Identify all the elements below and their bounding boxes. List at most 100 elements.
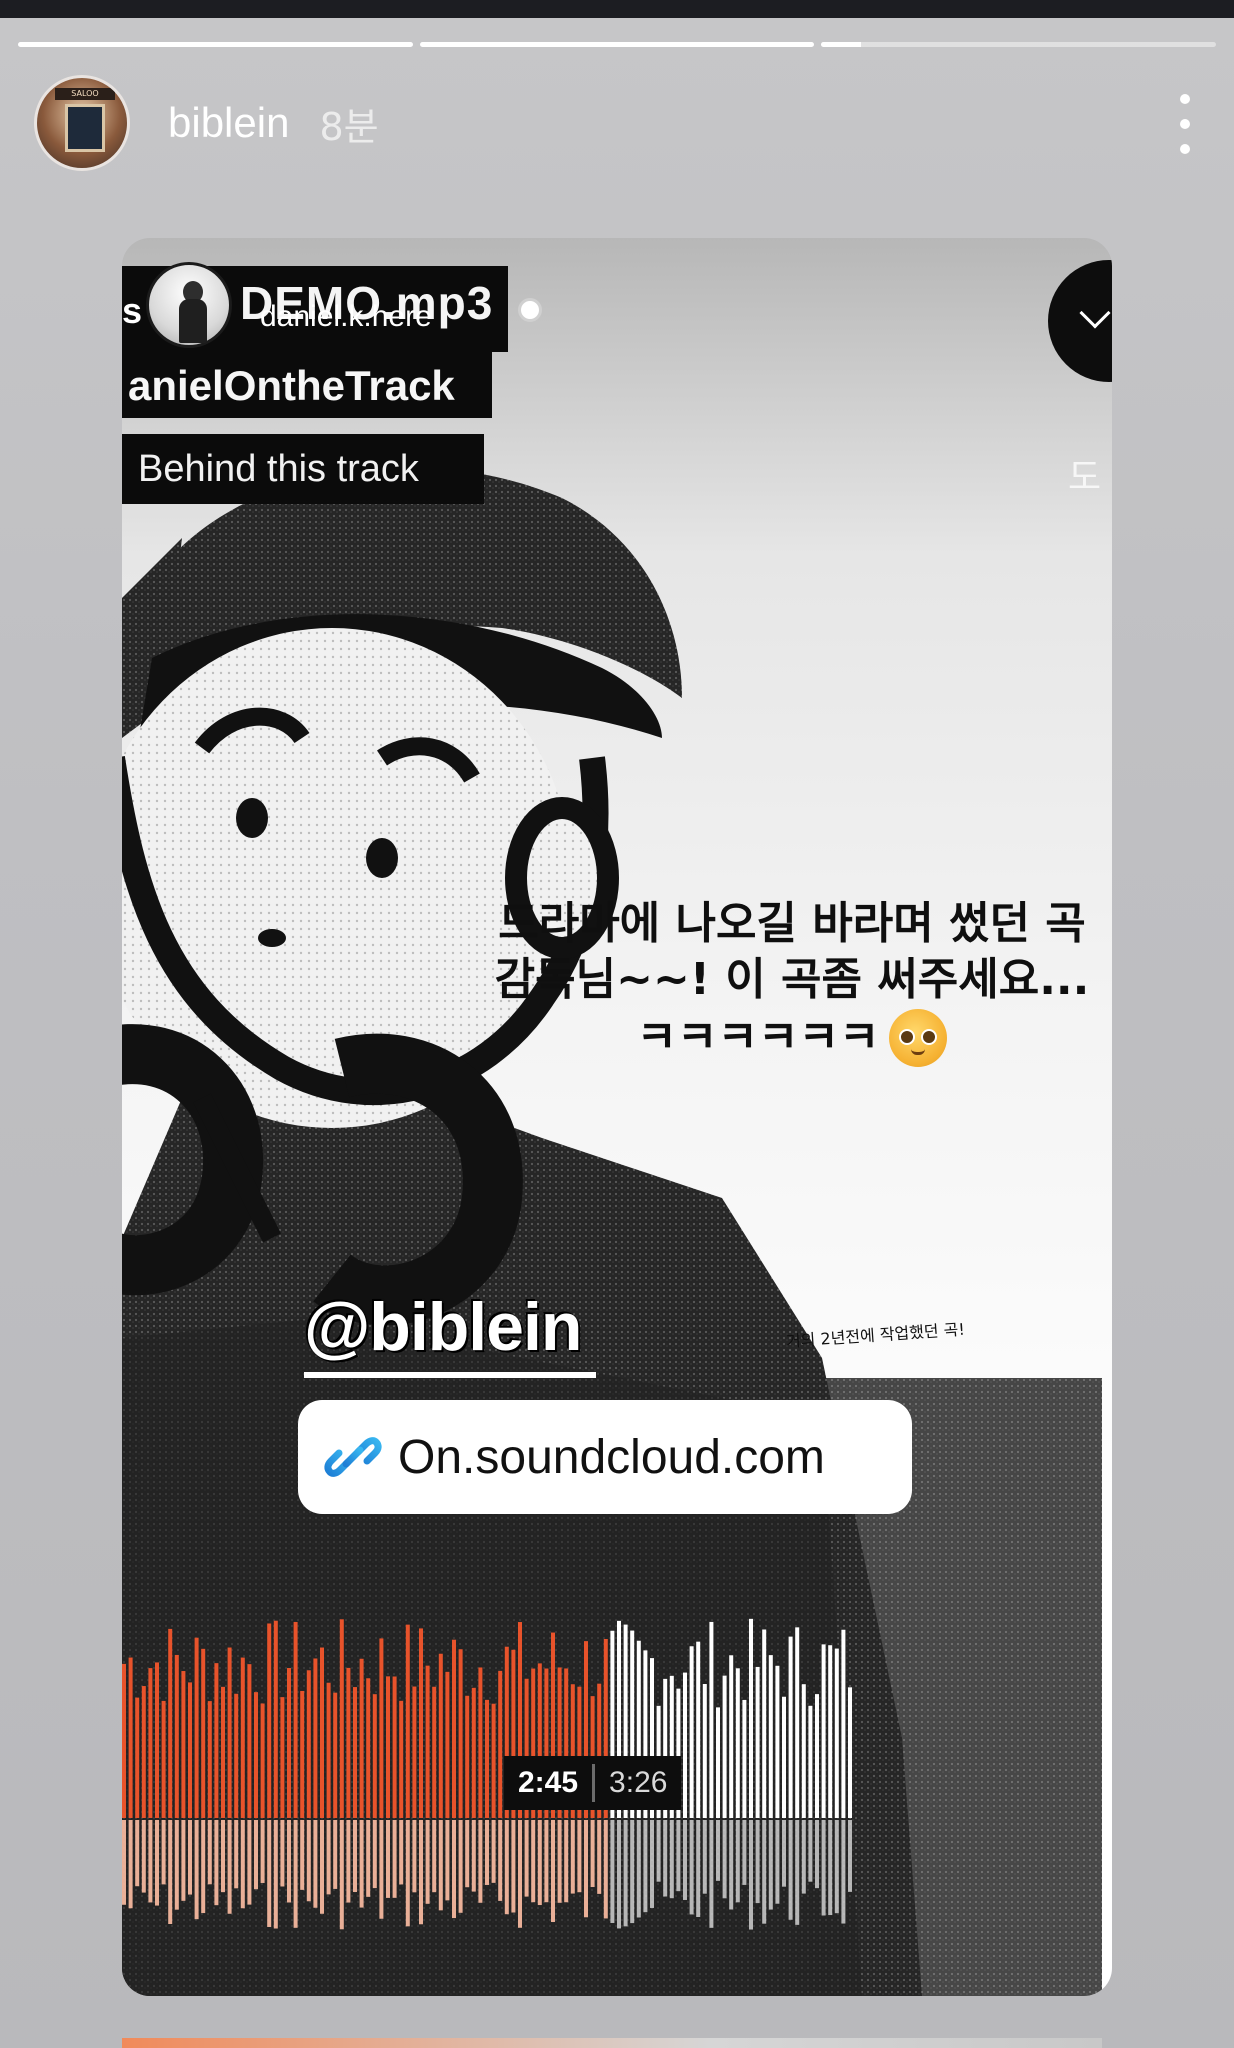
waveform-bar — [346, 1667, 351, 1818]
waveform-bar — [313, 1658, 318, 1818]
waveform-reflection-bar — [617, 1820, 621, 1929]
waveform-bar — [386, 1676, 390, 1818]
current-time: 2:45 — [518, 1766, 579, 1799]
waveform-bar — [405, 1624, 410, 1818]
waveform-bar — [716, 1707, 720, 1818]
waveform-reflection-bar — [597, 1820, 602, 1894]
waveform-reflection-bar — [656, 1820, 661, 1882]
waveform-bar — [491, 1703, 496, 1818]
waveform-reflection-bar — [603, 1820, 608, 1919]
waveform-reflection-bar — [326, 1820, 331, 1895]
waveform-reflection-bar — [425, 1820, 430, 1904]
waveform-reflection-bar — [221, 1820, 225, 1893]
waveform-reflection-bar — [174, 1820, 179, 1910]
waveform-bar — [273, 1620, 278, 1818]
waveform-reflection-bar — [821, 1820, 826, 1916]
waveform-reflection-bar — [306, 1820, 311, 1902]
waveform-reflection-bar — [702, 1820, 707, 1894]
waveform-reflection-bar — [511, 1820, 516, 1913]
waveform-reflection-bar — [683, 1820, 687, 1900]
waveform-reflection-bar — [287, 1820, 291, 1903]
waveform-bar — [326, 1682, 331, 1818]
waveform-bar — [207, 1701, 212, 1818]
waveform-reflection-bar — [551, 1820, 555, 1923]
waveform-bar — [240, 1657, 245, 1818]
waveform-reflection-bar — [663, 1820, 668, 1897]
waveform-reflection-bar — [339, 1820, 344, 1930]
total-time: 3:26 — [609, 1766, 668, 1799]
track-time-display: 2:45 3:26 — [504, 1756, 682, 1810]
waveform-bar — [683, 1672, 687, 1818]
waveform-reflection-bar — [438, 1820, 443, 1911]
waveform-reflection-bar — [584, 1820, 588, 1918]
waveform-reflection-bar — [729, 1820, 734, 1910]
more-options-icon[interactable] — [1174, 94, 1196, 154]
waveform-bar — [485, 1699, 489, 1818]
link-sticker[interactable]: On.soundcloud.com — [298, 1400, 912, 1514]
waveform-bar — [247, 1664, 252, 1818]
waveform-reflection-bar — [577, 1820, 582, 1893]
waveform-reflection-bar — [623, 1820, 628, 1927]
waveform-bar — [353, 1687, 357, 1818]
waveform-bar — [412, 1686, 417, 1818]
author-avatar[interactable] — [146, 262, 232, 348]
waveform-reflection-bar — [247, 1820, 252, 1905]
caption-line-3: ㅋㅋㅋㅋㅋㅋ — [482, 1008, 1102, 1068]
waveform-bar — [848, 1687, 852, 1818]
waveform-bar — [333, 1692, 338, 1818]
waveform-reflection-bar — [458, 1820, 463, 1913]
waveform-reflection-bar — [366, 1820, 371, 1897]
avatar[interactable]: SALOO — [34, 75, 130, 171]
waveform-bar — [696, 1641, 701, 1818]
waveform-reflection-bar — [214, 1820, 219, 1906]
waveform-bar — [214, 1663, 219, 1818]
waveform-reflection-bar — [841, 1820, 846, 1924]
artist-tag: anielOntheTrack — [128, 362, 455, 409]
waveform-bar — [280, 1697, 285, 1818]
waveform-reflection-bar — [775, 1820, 780, 1904]
soundcloud-waveform[interactable] — [122, 1608, 862, 1938]
waveform-reflection-bar — [768, 1820, 773, 1910]
caption: 드라마에 나오길 바라며 썼던 곡 감독님~~! 이 곡좀 써주세요... ㅋㅋ… — [482, 896, 1102, 1068]
mention-sticker[interactable]: @biblein — [304, 1288, 582, 1366]
waveform-bar — [194, 1637, 199, 1818]
waveform-bar — [478, 1667, 483, 1818]
waveform-bar — [465, 1695, 470, 1818]
waveform-reflection-bar — [815, 1820, 819, 1889]
waveform-reflection-bar — [135, 1820, 140, 1887]
pleading-face-emoji-icon — [889, 1009, 948, 1067]
waveform-reflection-bar — [452, 1820, 456, 1919]
link-text[interactable]: On.soundcloud.com — [398, 1430, 825, 1485]
author-handle[interactable]: daniel.k.here — [260, 300, 432, 334]
waveform-reflection-bar — [801, 1820, 806, 1894]
waveform-reflection-bar — [181, 1820, 186, 1901]
waveform-bar — [148, 1668, 153, 1818]
waveform-bar — [689, 1646, 694, 1818]
waveform-bar — [762, 1629, 767, 1818]
waveform-bar — [366, 1678, 371, 1818]
waveform-reflection-bar — [834, 1820, 839, 1914]
waveform-bar — [379, 1638, 384, 1818]
shared-post-card[interactable]: s DEMO.mp3 daniel.k.here anielOntheTrack… — [122, 238, 1112, 1996]
waveform-reflection-bar — [280, 1820, 285, 1887]
waveform-bar — [181, 1671, 186, 1818]
waveform-reflection-bar — [273, 1820, 278, 1929]
waveform-bar — [293, 1621, 298, 1818]
username[interactable]: biblein — [168, 99, 289, 147]
waveform-reflection-bar — [445, 1820, 450, 1901]
story-progress — [18, 42, 1217, 47]
waveform-bar — [161, 1700, 166, 1818]
waveform-reflection-bar — [267, 1820, 272, 1927]
waveform-bar — [300, 1690, 305, 1818]
waveform-reflection-bar — [808, 1820, 813, 1882]
waveform-reflection-bar — [300, 1820, 305, 1890]
waveform-reflection-bar — [524, 1820, 529, 1897]
waveform-bar — [122, 1663, 126, 1818]
waveform-bar — [498, 1670, 503, 1818]
waveform-bar — [709, 1621, 714, 1818]
caption-line-1: 드라마에 나오길 바라며 썼던 곡 — [498, 898, 1086, 949]
waveform-reflection-bar — [636, 1820, 641, 1918]
waveform-bar — [287, 1668, 291, 1818]
waveform-reflection-bar — [465, 1820, 470, 1888]
waveform-reflection-bar — [564, 1820, 569, 1903]
